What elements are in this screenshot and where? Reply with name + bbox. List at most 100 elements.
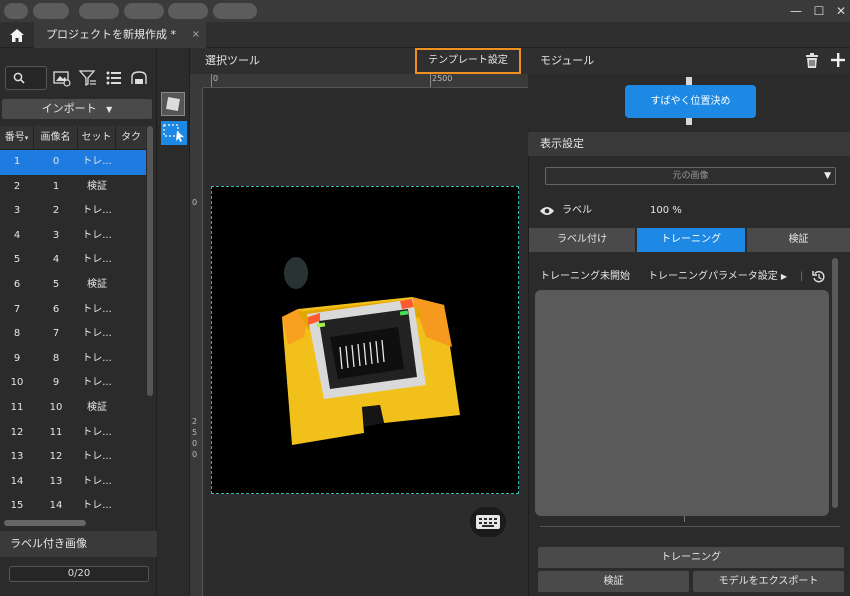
- template-settings-button[interactable]: テンプレート設定: [415, 48, 521, 74]
- table-cell-name: 8: [52, 352, 60, 364]
- keyboard-shortcuts-button[interactable]: [470, 507, 506, 537]
- right-panel-scrollbar[interactable]: [832, 258, 838, 508]
- table-row[interactable]: 13 12 トレ...: [0, 445, 146, 470]
- keyboard-icon: [476, 515, 500, 529]
- close-window-button[interactable]: ✕: [830, 2, 850, 20]
- play-icon: ▶: [780, 272, 788, 281]
- table-row[interactable]: 6 5 検証: [0, 273, 146, 298]
- table-row[interactable]: 14 13 トレ...: [0, 470, 146, 495]
- table-row[interactable]: 7 6 トレ...: [0, 298, 146, 323]
- validate-button[interactable]: 検証: [538, 571, 689, 592]
- ruler-tick: [430, 74, 431, 87]
- menu-item-1[interactable]: [4, 3, 28, 19]
- separator: |: [800, 271, 804, 282]
- table-row[interactable]: 5 4 トレ...: [0, 248, 146, 273]
- import-button[interactable]: インポート ▼: [2, 99, 152, 119]
- table-row[interactable]: 3 2 トレ...: [0, 199, 146, 224]
- maximize-button[interactable]: ☐: [808, 2, 830, 20]
- image-settings-icon[interactable]: [52, 68, 72, 88]
- column-header-set[interactable]: セット: [78, 126, 116, 150]
- eye-icon[interactable]: [540, 206, 554, 216]
- ruler-tick: [211, 74, 212, 87]
- table-cell-name: 1: [52, 180, 60, 192]
- table-cell-name: 7: [52, 328, 60, 340]
- table-cell-set: トレ...: [82, 156, 112, 167]
- table-cell-no: 10: [10, 377, 24, 389]
- table-row[interactable]: 11 10 検証: [0, 396, 146, 421]
- table-row[interactable]: 4 3 トレ...: [0, 224, 146, 249]
- column-header-number[interactable]: 番号▾: [0, 126, 34, 150]
- camera-icon[interactable]: [129, 68, 149, 88]
- table-cell-no: 12: [10, 426, 24, 438]
- table-cell-name: 6: [52, 303, 60, 315]
- table-cell-no: 1: [13, 156, 21, 167]
- chevron-down-icon: ▼: [824, 171, 831, 181]
- table-vertical-scrollbar[interactable]: [147, 126, 153, 396]
- export-model-button[interactable]: モデルをエクスポート: [693, 571, 844, 592]
- training-params-link[interactable]: トレーニングパラメータ設定 ▶: [648, 268, 787, 286]
- minimize-button[interactable]: —: [785, 2, 807, 20]
- chevron-down-icon: ▼: [106, 105, 113, 114]
- label-visibility-row: ラベル 100 %: [538, 202, 838, 220]
- table-cell-set: トレ...: [82, 352, 112, 364]
- table-cell-set: トレ...: [82, 500, 112, 512]
- table-cell-name: 10: [49, 402, 63, 413]
- table-cell-no: 6: [13, 279, 21, 290]
- table-cell-no: 2: [13, 180, 21, 192]
- label-text: ラベル: [562, 205, 592, 216]
- tab-validation[interactable]: 検証: [747, 228, 850, 252]
- roi-image-frame[interactable]: [211, 186, 519, 494]
- menu-item-2[interactable]: [33, 3, 69, 19]
- add-module-icon[interactable]: [831, 53, 845, 67]
- column-header-tag[interactable]: タク: [116, 126, 146, 150]
- display-settings-header: 表示設定: [528, 132, 850, 156]
- table-cell-name: 13: [49, 475, 63, 487]
- ruler-left-label-0: 0: [192, 198, 198, 207]
- home-button[interactable]: [0, 22, 34, 48]
- image-table-header: 番号▾ 画像名 セット タク: [0, 126, 146, 150]
- project-tab-label: プロジェクトを新規作成 *: [46, 28, 176, 41]
- search-input[interactable]: [5, 66, 47, 90]
- menu-item-3[interactable]: [79, 3, 119, 19]
- table-horizontal-scrollbar[interactable]: [4, 520, 86, 526]
- list-view-icon[interactable]: [104, 68, 124, 88]
- table-cell-set: トレ...: [82, 426, 112, 438]
- tab-labeling[interactable]: ラベル付け: [529, 228, 635, 252]
- tab-training[interactable]: トレーニング: [637, 228, 745, 252]
- ruler-top-label-2500: 2500: [432, 74, 453, 83]
- training-result-panel: [535, 290, 829, 516]
- close-tab-icon[interactable]: ×: [192, 22, 200, 48]
- menu-item-5[interactable]: [168, 3, 208, 19]
- menu-item-4[interactable]: [124, 3, 164, 19]
- train-button[interactable]: トレーニング: [538, 547, 844, 568]
- table-cell-name: 5: [52, 279, 60, 290]
- label-opacity-value[interactable]: 100 %: [650, 202, 682, 220]
- selection-cursor-icon: [163, 124, 184, 142]
- select-shape-tool[interactable]: [161, 92, 185, 116]
- trash-icon[interactable]: [805, 53, 819, 69]
- tool-strip: [157, 48, 190, 596]
- table-row[interactable]: 1 0 トレ...: [0, 150, 146, 175]
- selection-tool[interactable]: [161, 121, 187, 145]
- table-cell-no: 3: [13, 205, 21, 217]
- table-cell-no: 9: [13, 352, 21, 364]
- menu-item-6[interactable]: [213, 3, 257, 19]
- table-row[interactable]: 2 1 検証: [0, 175, 146, 200]
- filter-icon[interactable]: [78, 68, 98, 88]
- quick-locate-module-button[interactable]: すばやく位置決め: [625, 85, 756, 118]
- project-tab[interactable]: プロジェクトを新規作成 * ×: [34, 22, 206, 48]
- training-status-text: トレーニング未開始: [540, 271, 630, 282]
- ruler-left: 0 2500: [190, 88, 203, 596]
- table-row[interactable]: 15 14 トレ...: [0, 494, 146, 519]
- table-row[interactable]: 10 9 トレ...: [0, 371, 146, 396]
- table-row[interactable]: 8 7 トレ...: [0, 322, 146, 347]
- table-cell-set: トレ...: [82, 377, 112, 389]
- history-icon[interactable]: [812, 270, 826, 284]
- table-cell-no: 11: [10, 402, 24, 413]
- table-row[interactable]: 12 11 トレ...: [0, 421, 146, 446]
- table-row[interactable]: 9 8 トレ...: [0, 347, 146, 372]
- table-cell-no: 13: [10, 451, 24, 463]
- column-header-image-name[interactable]: 画像名: [34, 126, 78, 150]
- home-icon: [10, 28, 24, 42]
- image-display-select[interactable]: 元の画像 ▼: [545, 167, 836, 185]
